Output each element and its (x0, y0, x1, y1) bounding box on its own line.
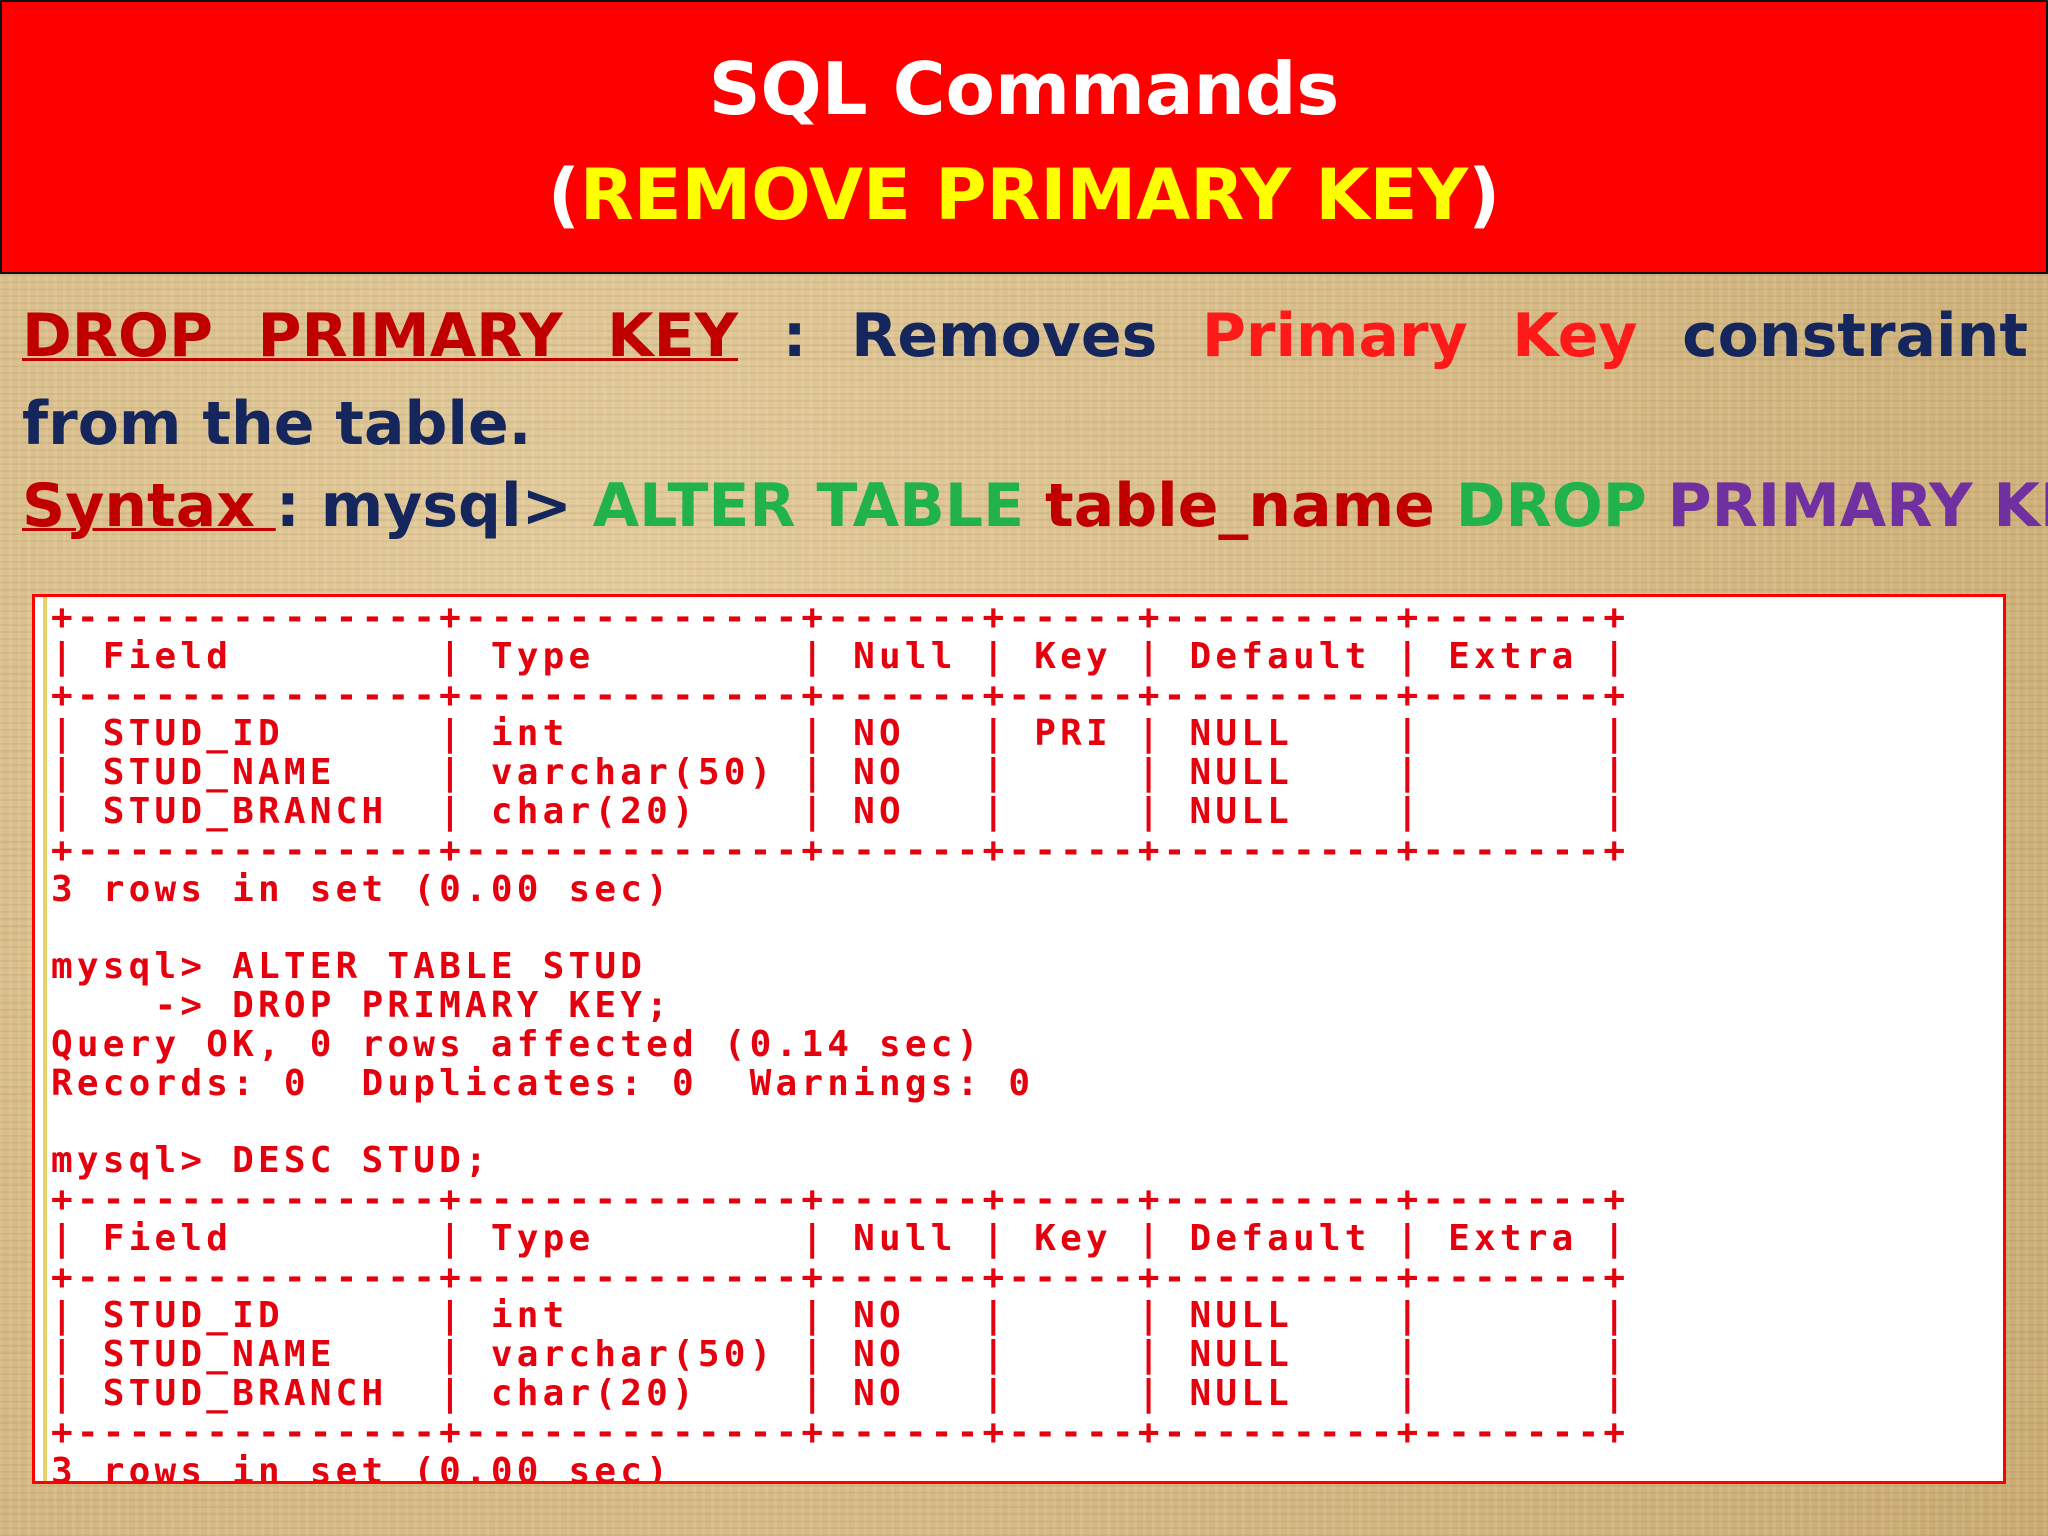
syntax-alter-table: ALTER TABLE (592, 471, 1046, 541)
terminal-line: +--------------+-------------+------+---… (51, 597, 1630, 638)
terminal-line: +--------------+-------------+------+---… (51, 1178, 1630, 1220)
definition-text-start: Removes (851, 301, 1202, 371)
syntax-separator: : (275, 471, 321, 541)
terminal-line: | STUD_ID | int | NO | PRI | NULL | | (51, 713, 1630, 755)
definition-paragraph: DROP PRIMARY KEY : Removes Primary Key c… (22, 292, 2028, 468)
syntax-drop: DROP (1455, 471, 1668, 541)
terminal-line: +--------------+-------------+------+---… (51, 1411, 1630, 1453)
definition-highlight: Primary Key (1201, 301, 1638, 371)
terminal-line: | STUD_NAME | varchar(50) | NO | | NULL … (51, 752, 1630, 794)
definition-separator: : (738, 301, 852, 371)
syntax-prompt: mysql> (320, 471, 593, 541)
terminal-line: mysql> DESC STUD; (51, 1140, 491, 1182)
terminal-line: mysql> ALTER TABLE STUD (51, 946, 647, 988)
terminal-line: | STUD_ID | int | NO | | NULL | | (51, 1295, 1630, 1337)
syntax-table-name: table_name (1045, 471, 1456, 541)
terminal-line: | STUD_BRANCH | char(20) | NO | | NULL |… (51, 790, 1630, 832)
terminal-line: | Field | Type | Null | Key | Default | … (51, 1217, 1630, 1259)
terminal-line: +--------------+-------------+------+---… (51, 829, 1630, 871)
terminal-line: -> DROP PRIMARY KEY; (51, 984, 672, 1026)
terminal-line: Query OK, 0 rows affected (0.14 sec) (51, 1023, 983, 1065)
slide-header: SQL Commands (REMOVE PRIMARY KEY) (0, 0, 2048, 274)
terminal-line: +--------------+-------------+------+---… (51, 1256, 1630, 1298)
syntax-line: Syntax : mysql> ALTER TABLE table_name D… (22, 466, 2048, 546)
definition-term: DROP PRIMARY KEY (22, 301, 739, 371)
terminal-line: +--------------+-------------+------+---… (51, 674, 1630, 716)
terminal-line: 3 rows in set (0.00 sec) (51, 1450, 672, 1484)
subtitle-close-paren: ) (1468, 154, 1501, 236)
terminal-left-bar (43, 597, 47, 1481)
syntax-primary-key: PRIMARY KEY (1667, 471, 2048, 541)
terminal-line: Records: 0 Duplicates: 0 Warnings: 0 (51, 1062, 1035, 1104)
slide-title: SQL Commands (708, 47, 1340, 131)
subtitle-text: REMOVE PRIMARY KEY (579, 154, 1469, 236)
terminal-line: 3 rows in set (0.00 sec) (51, 868, 672, 910)
terminal-line: | STUD_BRANCH | char(20) | NO | | NULL |… (51, 1372, 1630, 1414)
mysql-terminal-output: +--------------+-------------+------+---… (32, 594, 2006, 1484)
syntax-label: Syntax (22, 471, 276, 541)
slide-subtitle: (REMOVE PRIMARY KEY) (2, 150, 2046, 240)
subtitle-open-paren: ( (547, 154, 580, 236)
terminal-text: +--------------+-------------+------+---… (51, 597, 1630, 1484)
terminal-line: | STUD_NAME | varchar(50) | NO | | NULL … (51, 1334, 1630, 1376)
terminal-line: | Field | Type | Null | Key | Default | … (51, 635, 1630, 677)
